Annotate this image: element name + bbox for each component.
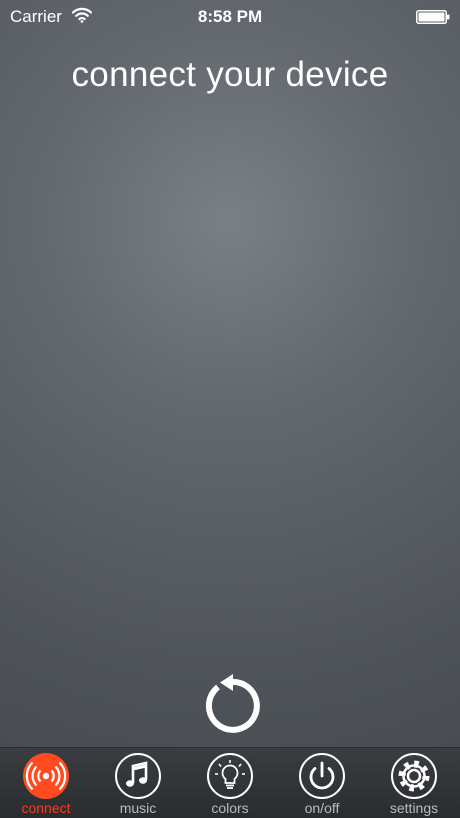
tab-settings[interactable]: settings [368,748,460,818]
gear-icon [391,753,437,799]
app-screen: Carrier 8:58 PM connect your device conn… [0,0,460,818]
tab-label: on/off [304,800,340,816]
lightbulb-icon [207,753,253,799]
tab-bar: connect music colors on/off settings [0,747,460,818]
page-title: connect your device [71,55,389,94]
battery-icon [416,10,450,24]
clock-time: 8:58 PM [197,7,263,26]
tab-label: music [119,800,157,816]
power-icon [299,753,345,799]
refresh-icon[interactable] [198,674,262,738]
tab-label: colors [211,800,249,816]
tab-music[interactable]: music [92,748,184,818]
tab-label: settings [389,800,439,816]
music-note-icon [115,753,161,799]
broadcast-icon [23,753,69,799]
tab-colors[interactable]: colors [184,748,276,818]
tab-label: connect [21,800,71,816]
tab-connect[interactable]: connect [0,748,92,818]
status-bar: Carrier 8:58 PM [0,0,460,34]
tab-on-off[interactable]: on/off [276,748,368,818]
